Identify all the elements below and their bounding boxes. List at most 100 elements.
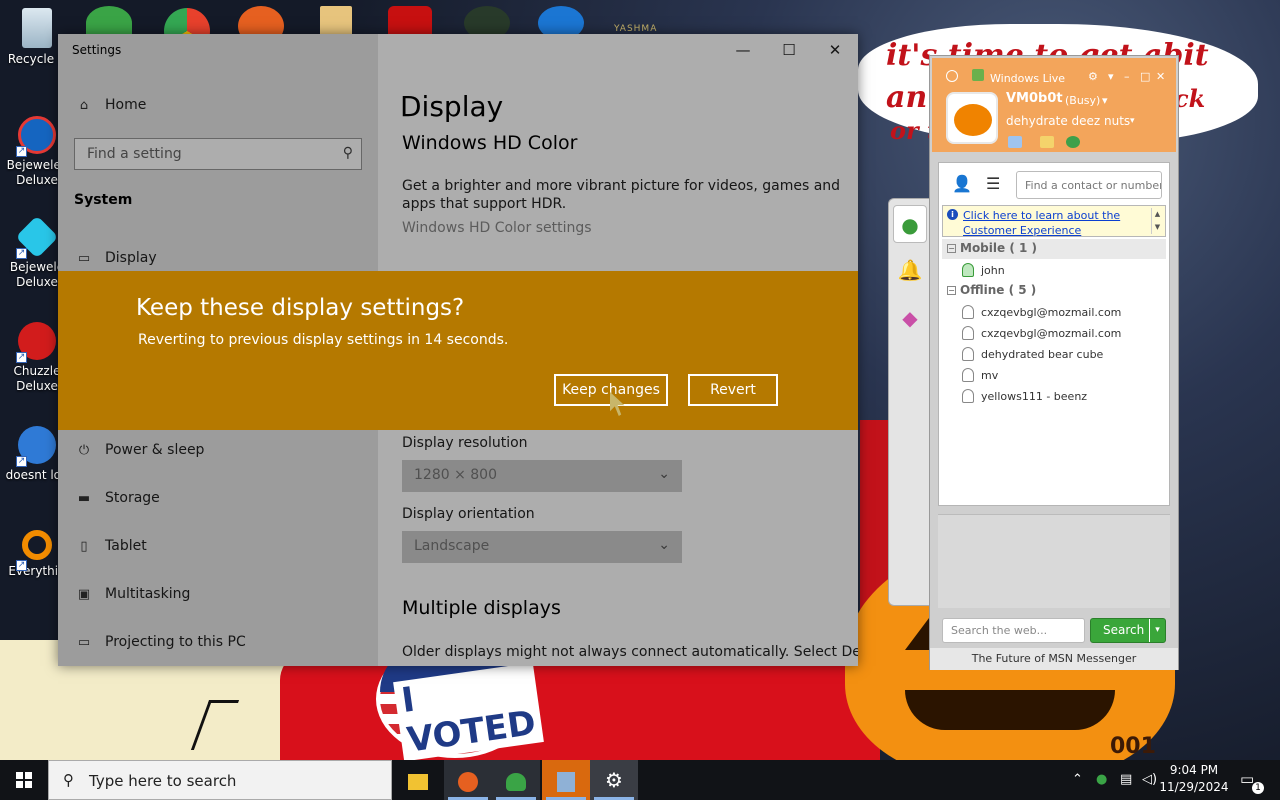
web-search-input[interactable]: Search the web... [942, 618, 1085, 643]
chevron-down-icon[interactable]: ▾ [1149, 619, 1165, 642]
chevron-down-icon[interactable]: ▾ [1130, 116, 1135, 126]
collapse-icon[interactable]: − [947, 286, 956, 295]
monitor-icon: ▭ [77, 251, 91, 266]
resolution-dropdown[interactable]: 1280 × 800 ⌄ [402, 460, 682, 492]
chevron-down-icon: ⌄ [658, 466, 670, 482]
nav-home[interactable]: ⌂ Home [58, 86, 378, 126]
page-title: Display [400, 90, 504, 123]
avatar[interactable] [946, 92, 998, 144]
start-button[interactable] [0, 760, 48, 800]
chevron-down-icon[interactable]: ▾ [1102, 94, 1108, 107]
group-header-offline[interactable]: − Offline ( 5 ) [942, 281, 1166, 301]
messenger-task-icon[interactable] [492, 760, 540, 800]
shortcut-arrow-icon: ↗ [16, 352, 27, 363]
find-setting-input[interactable]: Find a setting ⚲ [74, 138, 362, 170]
contact-item[interactable]: yellows111 - beenz [962, 389, 1087, 407]
search-button-label: Search [1103, 623, 1145, 637]
hd-color-settings-link[interactable]: Windows HD Color settings [402, 220, 592, 236]
home-icon: ⌂ [79, 98, 89, 113]
wallpaper-corner-text: YASHMA [614, 24, 658, 34]
contact-name: cxzqevbgl@mozmail.com [981, 327, 1122, 340]
file-explorer-task-icon[interactable] [394, 760, 442, 800]
minimize-button[interactable]: — [720, 34, 766, 66]
hd-color-heading: Windows HD Color [402, 132, 578, 154]
network-icon[interactable]: ▤ [1120, 772, 1132, 787]
close-button[interactable]: ✕ [1156, 70, 1165, 83]
search-icon: ⚲ [342, 145, 353, 161]
nav-multitasking[interactable]: ▣ Multitasking [58, 575, 378, 615]
chevron-up-icon[interactable]: ⌃ [1072, 772, 1083, 787]
contact-offline-icon [962, 389, 974, 403]
list-view-icon[interactable]: ☰ [986, 174, 1000, 193]
contact-name: cxzqevbgl@mozmail.com [981, 306, 1122, 319]
clock-time: 9:04 PM [1169, 763, 1219, 777]
personal-message[interactable]: dehydrate deez nuts [1006, 114, 1130, 128]
bell-icon[interactable]: 🔔 [893, 251, 927, 289]
messenger-side-tabs: ● 🔔 ◆ [888, 198, 930, 606]
keep-settings-dialog: Keep these display settings? Reverting t… [58, 271, 858, 430]
notification-count-badge: 1 [1252, 782, 1264, 794]
gift-icon[interactable]: ◆ [893, 299, 927, 337]
minimize-button[interactable]: – [1124, 70, 1130, 83]
taskbar-search-box[interactable]: ⚲ Type here to search [48, 760, 392, 800]
nav-power-sleep[interactable]: ⏻ Power & sleep [58, 431, 378, 471]
messenger-tray-icon[interactable]: ● [1096, 772, 1107, 787]
contact-item[interactable]: cxzqevbgl@mozmail.com [962, 305, 1121, 323]
multiple-displays-description: Older displays might not always connect … [402, 644, 858, 660]
contact-item[interactable]: cxzqevbgl@mozmail.com [962, 326, 1121, 344]
msn-icon[interactable] [1066, 136, 1080, 148]
wallpaper-number: 001 [1110, 734, 1156, 759]
settings-task-icon[interactable]: ⚙ [590, 760, 638, 800]
storage-icon: ▬ [77, 491, 91, 506]
notice-scrollbar[interactable]: ▲ ▼ [1151, 208, 1163, 234]
status-badge[interactable]: (Busy) [1065, 94, 1100, 107]
contact-offline-icon [962, 368, 974, 382]
info-icon: i [947, 209, 958, 220]
group-label: Offline ( 5 ) [960, 283, 1037, 297]
contact-item[interactable]: mv [962, 368, 998, 386]
add-contact-icon[interactable]: 👤 [952, 174, 972, 193]
group-header-mobile[interactable]: − Mobile ( 1 ) [942, 239, 1166, 259]
contacts-tab-icon[interactable]: ● [893, 205, 927, 243]
maximize-button[interactable]: ☐ [766, 34, 812, 66]
tablet-icon: ▯ [80, 539, 88, 554]
title-bar[interactable]: Settings — ☐ ✕ [58, 34, 858, 66]
pumpkin-mouth [905, 690, 1115, 730]
maximize-button[interactable]: □ [1140, 70, 1150, 83]
find-contact-input[interactable]: Find a contact or number [1016, 171, 1162, 199]
chevron-down-icon[interactable]: ▾ [1108, 70, 1114, 83]
nav-projecting[interactable]: ▭ Projecting to this PC [58, 623, 378, 663]
contact-item[interactable]: john [962, 263, 1005, 281]
customer-experience-notice: i Click here to learn about the Customer… [942, 205, 1166, 237]
gear-icon[interactable]: ⚙ [1088, 70, 1098, 83]
customer-experience-link[interactable]: Click here to learn about the Customer E… [963, 208, 1143, 238]
revert-button[interactable]: Revert [688, 374, 778, 406]
shortcut-arrow-icon: ↗ [16, 146, 27, 157]
contact-name: mv [981, 369, 999, 382]
close-button[interactable]: ✕ [812, 34, 858, 66]
folder-icon[interactable] [1040, 136, 1054, 148]
display-name[interactable]: VM0b0t [1006, 91, 1063, 106]
collapse-icon[interactable]: − [947, 244, 956, 253]
contact-item[interactable]: dehydrated bear cube [962, 347, 1103, 365]
orientation-dropdown[interactable]: Landscape ⌄ [402, 531, 682, 563]
nav-tablet[interactable]: ▯ Tablet [58, 527, 378, 567]
user-icon [946, 70, 958, 82]
mail-icon[interactable] [1008, 136, 1022, 148]
power-icon: ⏻ [78, 443, 90, 458]
nav-display-label: Display [105, 250, 157, 266]
contact-offline-icon [962, 347, 974, 361]
resolution-label: Display resolution [402, 435, 528, 451]
contact-offline-icon [962, 326, 974, 340]
installer-task-icon[interactable] [542, 760, 590, 800]
system-clock[interactable]: 9:04 PM 11/29/2024 [1158, 762, 1230, 796]
nav-tablet-label: Tablet [105, 538, 147, 554]
orientation-label: Display orientation [402, 506, 535, 522]
multiple-displays-heading: Multiple displays [402, 597, 561, 619]
nav-storage[interactable]: ▬ Storage [58, 479, 378, 519]
firefox-task-icon[interactable] [444, 760, 492, 800]
nav-storage-label: Storage [105, 490, 160, 506]
web-search-button[interactable]: Search ▾ [1090, 618, 1166, 643]
hd-color-description: Get a brighter and more vibrant picture … [402, 178, 841, 212]
volume-icon[interactable]: ◁) [1142, 772, 1157, 787]
